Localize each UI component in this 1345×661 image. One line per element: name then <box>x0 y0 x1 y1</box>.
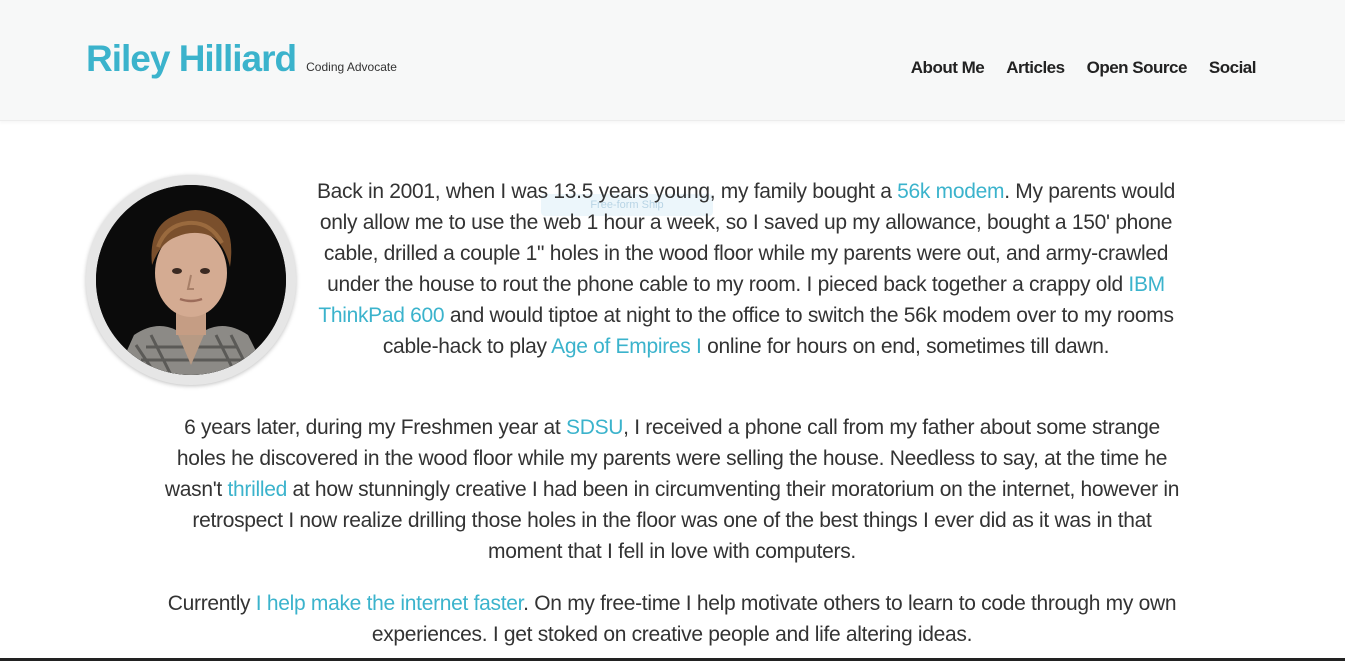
site-tagline: Coding Advocate <box>306 60 397 74</box>
avatar <box>86 175 296 385</box>
bio-text: Currently <box>167 592 256 615</box>
link-age-of-empires[interactable]: Age of Empires I <box>551 335 702 358</box>
main-nav: About Me Articles Open Source Social <box>911 57 1257 79</box>
link-sdsu[interactable]: SDSU <box>566 416 623 439</box>
profile-photo <box>96 185 286 375</box>
nav-social[interactable]: Social <box>1209 57 1257 79</box>
bio-text: online for hours on end, sometimes till … <box>701 335 1110 358</box>
nav-about-me[interactable]: About Me <box>911 57 985 79</box>
nav-open-source[interactable]: Open Source <box>1087 57 1188 79</box>
bio-text: at how stunningly creative I had been in… <box>192 478 1180 563</box>
link-thrilled[interactable]: thrilled <box>227 478 287 501</box>
brand: Riley Hilliard Coding Advocate <box>86 37 397 81</box>
link-56k-modem[interactable]: 56k modem <box>897 180 1004 203</box>
site-header: Riley Hilliard Coding Advocate About Me … <box>0 0 1345 121</box>
bio-text: Back in 2001, when I was 13.5 years youn… <box>316 180 898 203</box>
bio-paragraph-1: Back in 2001, when I was 13.5 years youn… <box>316 176 1176 362</box>
site-title[interactable]: Riley Hilliard <box>86 37 297 81</box>
bio-paragraph-3: Currently I help make the internet faste… <box>160 588 1184 650</box>
nav-articles[interactable]: Articles <box>1006 57 1065 79</box>
link-internet-faster[interactable]: I help make the internet faster <box>256 592 524 615</box>
bio-paragraph-2: 6 years later, during my Freshmen year a… <box>160 412 1184 567</box>
bio-text: 6 years later, during my Freshmen year a… <box>184 416 566 439</box>
